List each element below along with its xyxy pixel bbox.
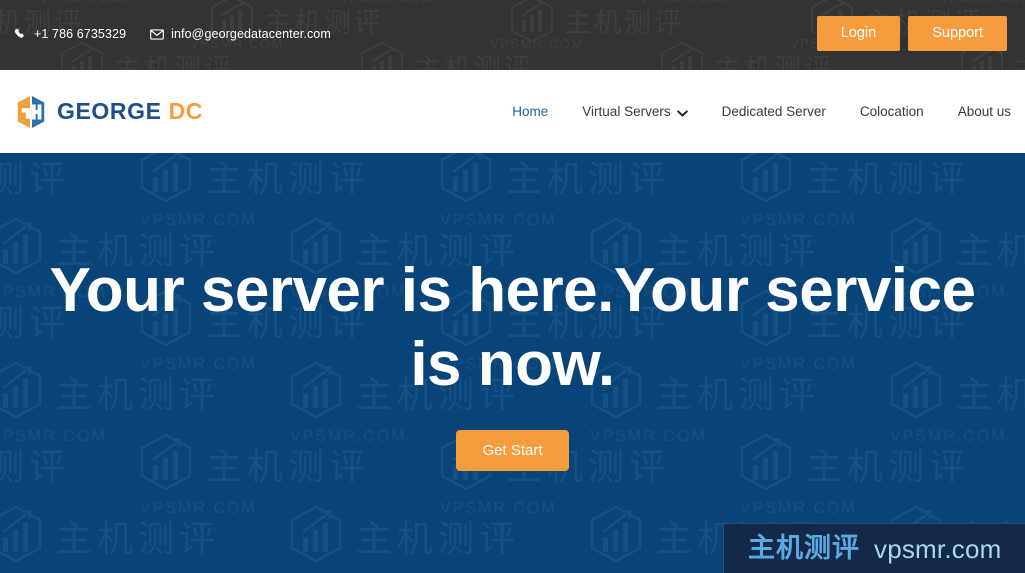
watermark-chinese-text: 主机测评 bbox=[748, 533, 860, 563]
email-address: info@georgedatacenter.com bbox=[171, 27, 331, 41]
hero-headline: Your server is here.Your service is now. bbox=[49, 256, 977, 400]
top-contact-bar: 主机测评 VPSMR.COM +1 786 6735329 info@georg… bbox=[0, 0, 1025, 70]
nav-item-about-us[interactable]: About us bbox=[941, 104, 1011, 119]
watermark-domain-text: vpsmr.com bbox=[874, 533, 1002, 564]
phone-icon bbox=[14, 28, 27, 41]
nav-item-virtual-servers[interactable]: Virtual Servers bbox=[565, 103, 704, 120]
site-watermark-badge: 主机测评 vpsmr.com bbox=[723, 523, 1025, 573]
main-navigation-bar: GEORGE DC Home Virtual Servers Dedicated… bbox=[0, 70, 1025, 153]
nav-item-label: About us bbox=[957, 104, 1011, 119]
brand-name-primary: GEORGE bbox=[57, 98, 162, 124]
nav-item-home[interactable]: Home bbox=[495, 104, 565, 119]
envelope-icon bbox=[150, 28, 164, 40]
nav-links: Home Virtual Servers Dedicated Server Co… bbox=[495, 103, 1025, 120]
nav-item-dedicated-server[interactable]: Dedicated Server bbox=[705, 104, 843, 119]
get-start-button[interactable]: Get Start bbox=[456, 429, 569, 471]
phone-number: +1 786 6735329 bbox=[34, 27, 127, 41]
topbar-action-buttons: Login Support bbox=[816, 16, 1007, 51]
support-button[interactable]: Support bbox=[908, 16, 1007, 51]
nav-item-colocation[interactable]: Colocation bbox=[843, 104, 941, 119]
phone-contact[interactable]: +1 786 6735329 bbox=[14, 27, 126, 41]
email-contact[interactable]: info@georgedatacenter.com bbox=[150, 27, 331, 41]
page-root: 主机测评 VPSMR.COM +1 786 6735329 info@georg… bbox=[0, 0, 1025, 573]
hero-content: Your server is here.Your service is now.… bbox=[0, 153, 1025, 471]
nav-item-label: Home bbox=[512, 104, 549, 119]
brand-name-suffix: DC bbox=[168, 98, 203, 124]
nav-item-label: Virtual Servers bbox=[582, 104, 671, 119]
nav-item-label: Dedicated Server bbox=[721, 104, 826, 119]
nav-item-label: Colocation bbox=[859, 104, 924, 119]
hexagon-g-logo-icon bbox=[14, 94, 48, 130]
brand-name: GEORGE DC bbox=[57, 100, 203, 123]
hero-banner: 主机测评 VPSMR.COM Your server is here.Your … bbox=[0, 153, 1025, 573]
login-button[interactable]: Login bbox=[816, 16, 901, 51]
brand-logo[interactable]: GEORGE DC bbox=[0, 94, 203, 130]
hero-cta-wrapper: Get Start bbox=[0, 429, 1025, 471]
chevron-down-icon bbox=[676, 105, 688, 120]
contact-info-group: +1 786 6735329 info@georgedatacenter.com bbox=[0, 27, 331, 41]
